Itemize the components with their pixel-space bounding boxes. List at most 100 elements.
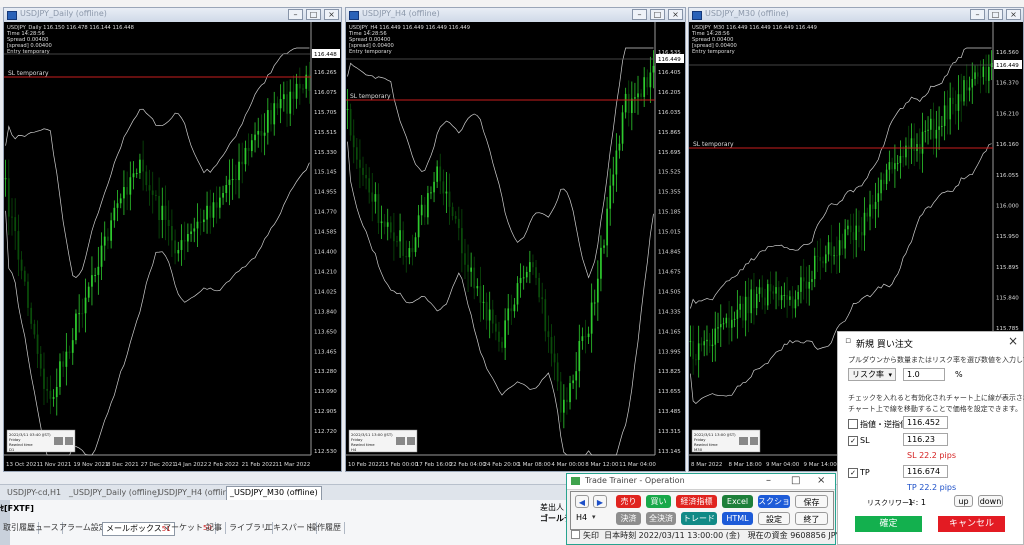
bottom-tab[interactable]: 操作履歴 bbox=[306, 522, 345, 534]
chart-title-bar[interactable]: USDJPY_Daily (offline) – □ × bbox=[4, 8, 341, 23]
sl-label: SL temporary bbox=[350, 93, 391, 100]
price-chart[interactable]: SL temporaryUSDJPY_H4 116.449 116.449 11… bbox=[346, 22, 685, 471]
y-tick-label: 116.160 bbox=[996, 142, 1019, 148]
maximize-button[interactable]: □ bbox=[650, 9, 665, 20]
down-button[interactable]: down bbox=[978, 495, 1003, 507]
candle-body bbox=[71, 340, 74, 353]
candle-body bbox=[286, 94, 288, 114]
sl-checkbox[interactable]: ✓ bbox=[848, 436, 858, 446]
candle-body bbox=[532, 262, 534, 268]
buy-button[interactable]: 買い bbox=[646, 495, 671, 508]
limit-price-input[interactable] bbox=[903, 416, 948, 429]
chart-tab[interactable]: _USDJPY_Daily (offline) bbox=[66, 487, 163, 499]
forward-arrow-icon[interactable]: ▶ bbox=[593, 495, 607, 508]
candle-body bbox=[516, 283, 519, 305]
candle-body bbox=[507, 308, 510, 321]
chart-title-bar[interactable]: USDJPY_M30 (offline) – □ × bbox=[689, 8, 1023, 23]
confirm-button[interactable]: 確定 bbox=[855, 516, 922, 532]
candle-body bbox=[298, 83, 301, 89]
bottom-tab-label: メールボックス bbox=[106, 524, 162, 533]
maximize-icon[interactable]: □ bbox=[791, 475, 800, 486]
candle-body bbox=[225, 185, 228, 194]
chart-icon bbox=[692, 11, 702, 20]
candle-body bbox=[448, 191, 451, 207]
chart-info-text: Entry temporary bbox=[7, 49, 50, 55]
candle-body bbox=[609, 185, 612, 209]
bottom-tab[interactable]: 記事 bbox=[203, 522, 226, 534]
rewind-arrow-icon[interactable]: ◀ bbox=[575, 495, 589, 508]
candle-body bbox=[414, 237, 417, 253]
close-button[interactable]: × bbox=[1006, 9, 1021, 20]
candle-body bbox=[789, 296, 791, 300]
candle-body bbox=[383, 221, 386, 227]
candle-body bbox=[593, 302, 596, 304]
minimize-button[interactable]: – bbox=[970, 9, 985, 20]
x-tick-label: 17 Feb 16:00 bbox=[416, 462, 453, 468]
cancel-button[interactable]: キャンセル bbox=[938, 516, 1005, 532]
candle-body bbox=[222, 193, 224, 198]
x-tick-label: 11 Mar 04:00 bbox=[619, 462, 656, 468]
up-button[interactable]: up bbox=[954, 495, 973, 507]
tp-price-input[interactable] bbox=[903, 465, 948, 478]
chart-tab-active[interactable]: _USDJPY_M30 (offline) bbox=[226, 486, 322, 501]
close-icon[interactable]: × bbox=[817, 475, 825, 486]
candle-body bbox=[14, 217, 17, 232]
html-button[interactable]: HTML bbox=[722, 512, 753, 525]
chart-tab[interactable]: USDJPY-cd,H1 bbox=[4, 487, 64, 499]
minimize-button[interactable]: – bbox=[632, 9, 647, 20]
y-tick-label: 114.165 bbox=[658, 329, 681, 335]
y-tick-label: 115.695 bbox=[658, 150, 681, 156]
maximize-button[interactable]: □ bbox=[988, 9, 1003, 20]
y-tick-label: 116.405 bbox=[658, 70, 681, 76]
trade-button[interactable]: トレード bbox=[681, 512, 717, 525]
excel-button[interactable]: Excel bbox=[722, 495, 753, 508]
chart-title-bar[interactable]: USDJPY_H4 (offline) – □ × bbox=[346, 8, 685, 23]
candle-body bbox=[445, 191, 448, 194]
minimize-icon[interactable]: – bbox=[766, 475, 771, 486]
screenshot-button[interactable]: スクショ bbox=[758, 495, 790, 508]
y-tick-label: 113.825 bbox=[658, 369, 681, 375]
candle-body bbox=[587, 333, 590, 338]
limit-order-checkbox[interactable] bbox=[848, 419, 858, 429]
candle-body bbox=[436, 166, 439, 182]
sell-button[interactable]: 売り bbox=[616, 495, 641, 508]
y-tick-label: 116.035 bbox=[658, 110, 681, 116]
timeframe-dropdown-icon[interactable]: ▾ bbox=[592, 513, 596, 521]
candle-body bbox=[733, 318, 736, 320]
candle-body bbox=[775, 287, 777, 294]
y-tick-label: 114.505 bbox=[658, 289, 681, 295]
candle-body bbox=[703, 341, 705, 346]
arrow-checkbox[interactable] bbox=[571, 530, 580, 539]
settle-all-button[interactable]: 全決済 bbox=[646, 512, 676, 525]
candle-body bbox=[924, 130, 927, 132]
price-chart[interactable]: SL temporaryUSDJPY_Daily 116.150 116.478… bbox=[4, 22, 341, 471]
minimize-button[interactable]: – bbox=[288, 9, 303, 20]
risk-value-input[interactable] bbox=[903, 368, 945, 381]
tp-checkbox[interactable]: ✓ bbox=[848, 468, 858, 478]
chart-window-h4[interactable]: USDJPY_H4 (offline) – □ × SL temporary USDJ… bbox=[345, 7, 686, 472]
x-tick-label: 27 Dec 2021 bbox=[141, 462, 176, 468]
risk-type-select[interactable]: リスク率 ▾ bbox=[848, 368, 896, 381]
sl-price-input[interactable] bbox=[903, 433, 948, 446]
close-icon[interactable]: × bbox=[1008, 334, 1018, 348]
candle-body bbox=[389, 222, 392, 233]
x-tick-label: 9 Mar 04:00 bbox=[766, 462, 800, 468]
replay-info-text: H4 bbox=[351, 447, 357, 452]
candle-body bbox=[247, 147, 250, 152]
y-tick-label: 115.840 bbox=[996, 296, 1019, 302]
save-button[interactable]: 保存 bbox=[795, 495, 828, 508]
x-tick-label: 22 Feb 04:00 bbox=[450, 462, 487, 468]
close-button[interactable]: × bbox=[668, 9, 683, 20]
candle-body bbox=[36, 334, 39, 354]
candle-body bbox=[841, 240, 844, 249]
close-button[interactable]: × bbox=[324, 9, 339, 20]
economic-indicators-button[interactable]: 経済指標 bbox=[676, 495, 717, 508]
settings-button[interactable]: 設定 bbox=[758, 512, 790, 525]
trainer-title-bar[interactable]: Trade Trainer - Operation – □ × bbox=[567, 474, 835, 490]
settle-button[interactable]: 決済 bbox=[616, 512, 641, 525]
candle-body bbox=[866, 212, 869, 217]
candle-body bbox=[894, 163, 896, 170]
chart-window-daily[interactable]: USDJPY_Daily (offline) – □ × SL temporary U… bbox=[3, 7, 342, 472]
maximize-button[interactable]: □ bbox=[306, 9, 321, 20]
exit-button[interactable]: 終了 bbox=[795, 512, 828, 525]
